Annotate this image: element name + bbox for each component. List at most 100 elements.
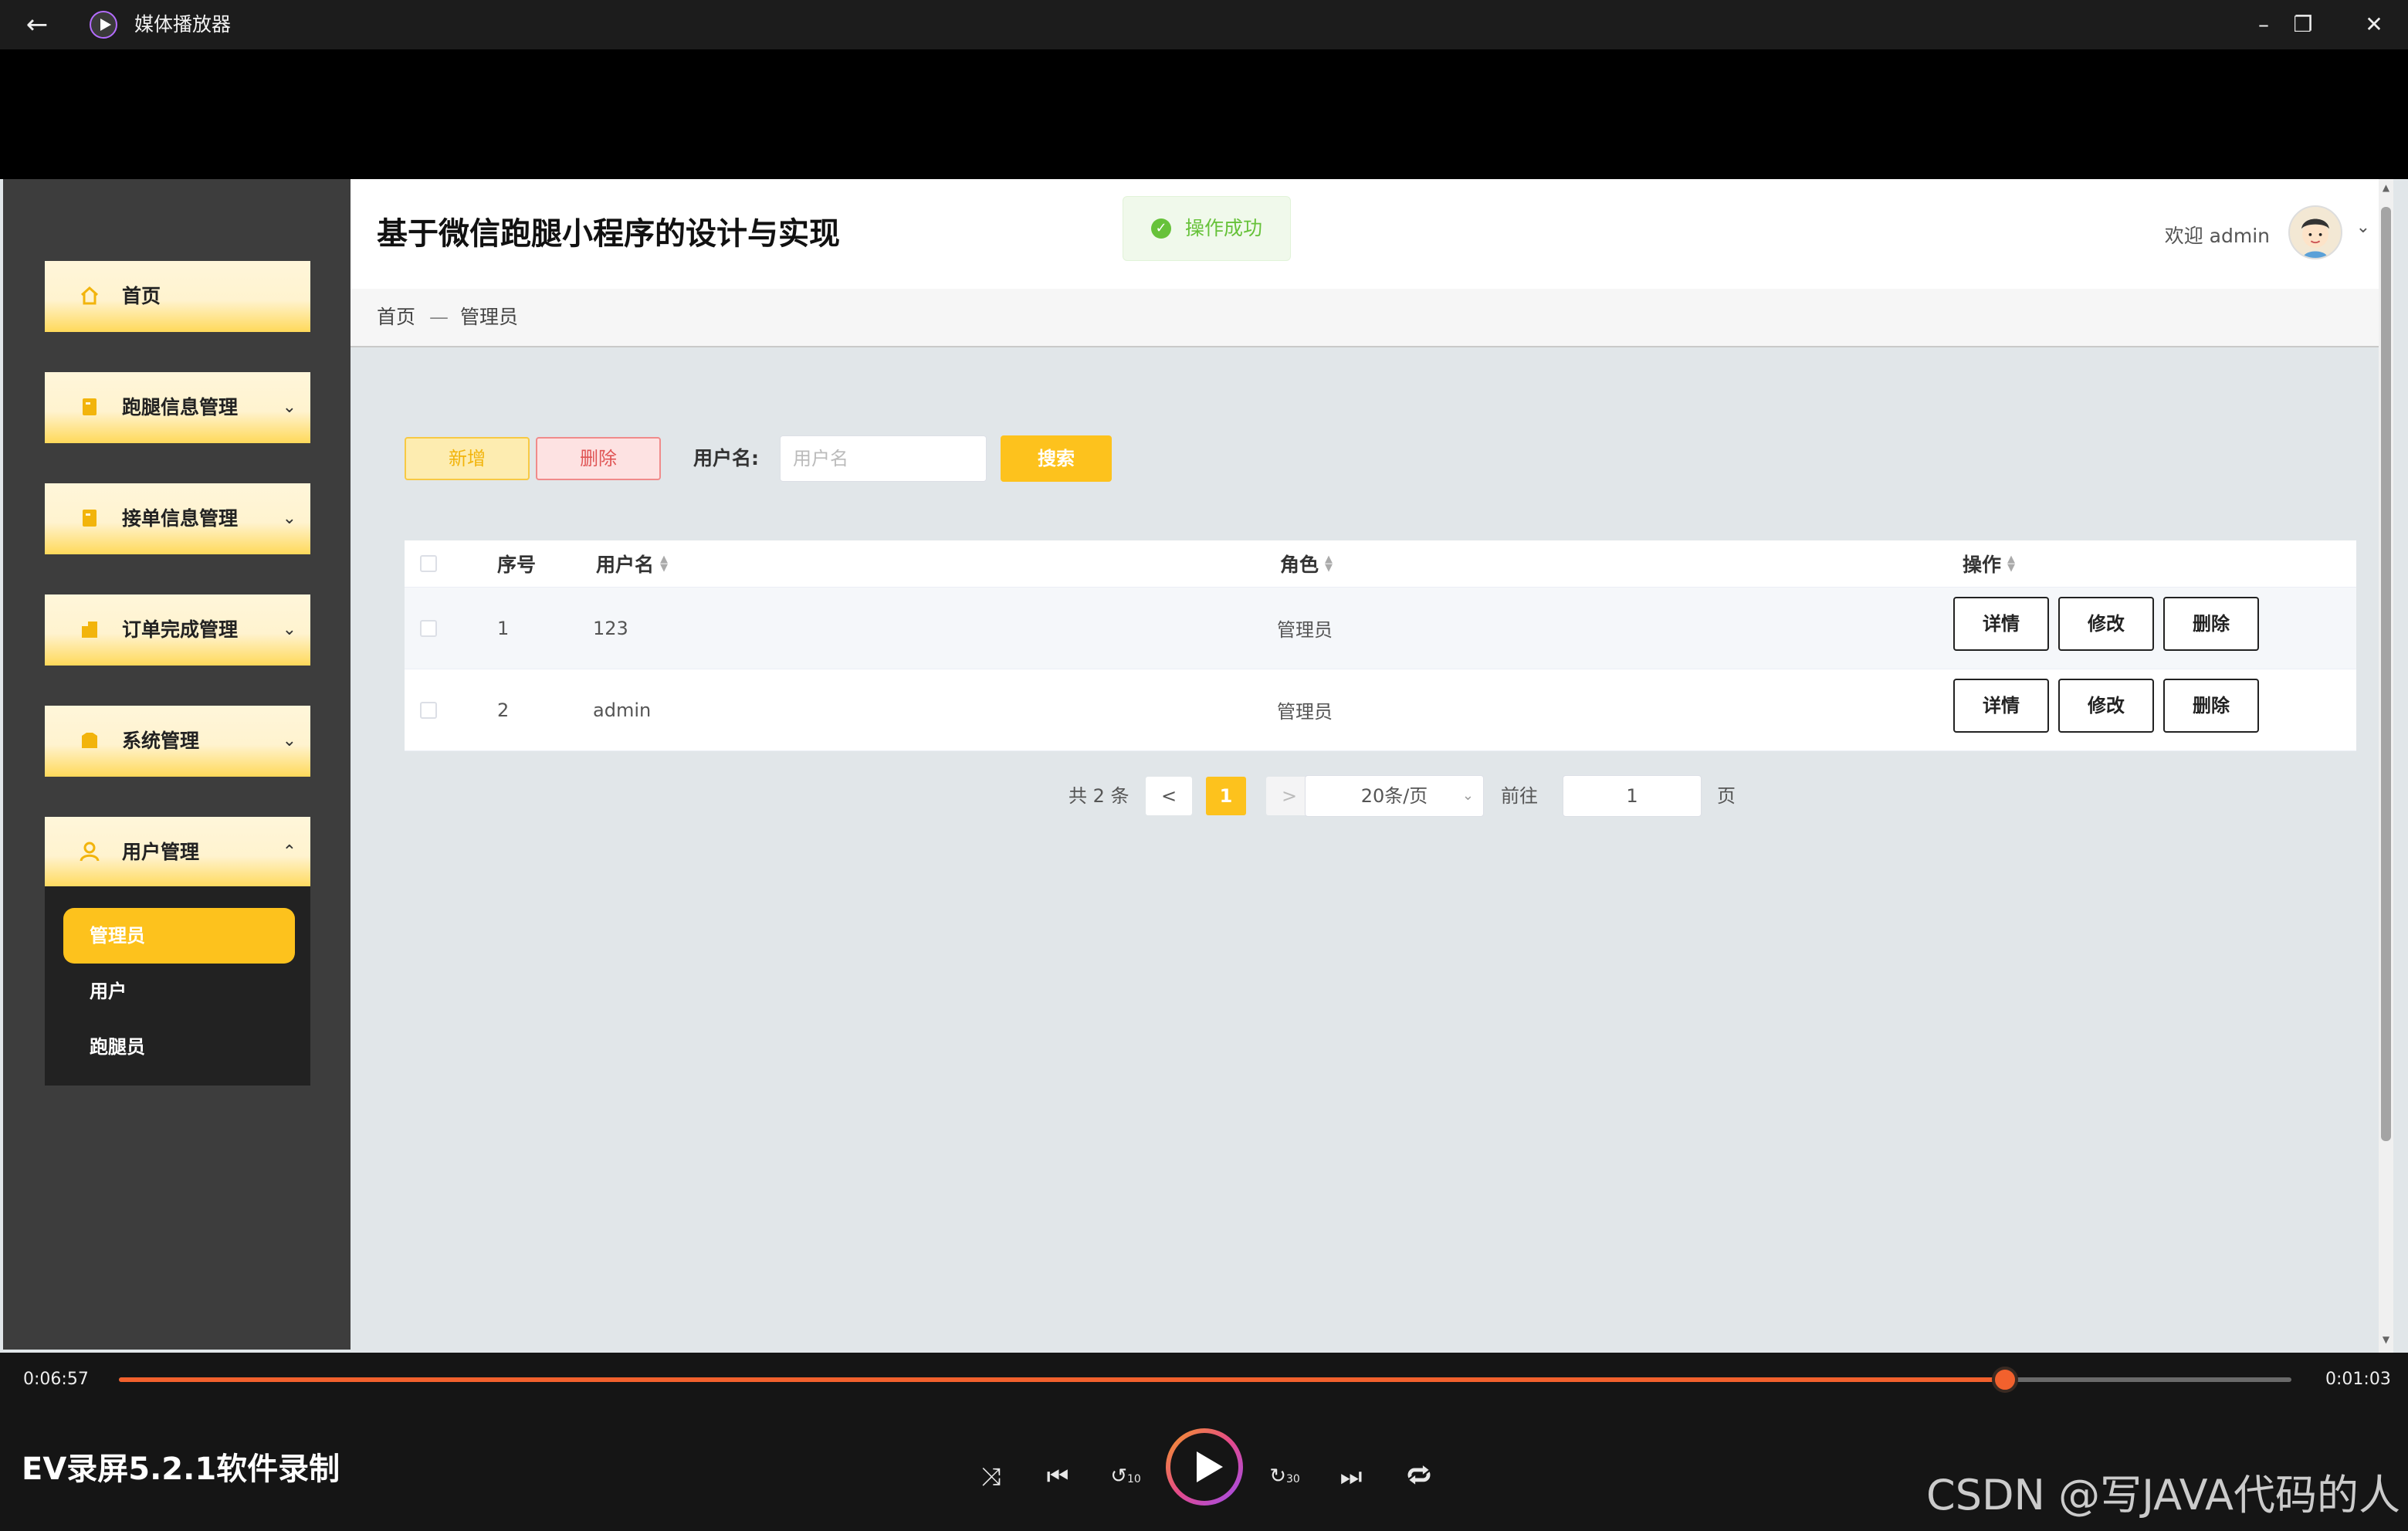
goto-page-input[interactable] [1563, 775, 1702, 817]
select-all-checkbox[interactable] [420, 540, 437, 587]
sidebar-item-home[interactable]: 首页 [45, 261, 310, 332]
forward-30-icon[interactable]: ↻30 [1263, 1455, 1306, 1498]
page-number-current[interactable]: 1 [1206, 777, 1246, 815]
cell-index: 1 [497, 617, 510, 639]
detail-button[interactable]: 详情 [1953, 597, 2049, 651]
play-icon[interactable] [1166, 1428, 1243, 1506]
batch-delete-button[interactable]: 删除 [536, 437, 661, 480]
chevron-down-icon[interactable]: ⌄ [2356, 218, 2370, 237]
delete-button[interactable]: 删除 [2163, 597, 2259, 651]
column-header-role[interactable]: 角色 ▲ ▼ [1280, 540, 1333, 587]
column-header-username[interactable]: 用户名 ▲ ▼ [596, 540, 668, 587]
search-button[interactable]: 搜索 [1001, 435, 1112, 482]
user-management-submenu: 管理员 用户 跑腿员 [45, 886, 310, 1086]
sidebar-item-user-management[interactable]: 用户管理 ⌃ [45, 817, 310, 888]
cell-index: 2 [497, 699, 510, 721]
chevron-down-icon: ⌄ [1461, 788, 1474, 804]
sidebar-item-label: 接单信息管理 [122, 507, 239, 530]
submenu-item-user[interactable]: 用户 [63, 964, 295, 1019]
recording-title: EV录屏5.2.1软件录制 [22, 1451, 340, 1487]
scroll-down-icon[interactable]: ▼ [2379, 1334, 2393, 1345]
seek-bar[interactable] [119, 1367, 2291, 1393]
sort-icon[interactable]: ▲ ▼ [660, 554, 668, 573]
sort-icon[interactable]: ▲ ▼ [1325, 554, 1333, 573]
previous-icon[interactable]: ⏮ [1036, 1455, 1079, 1498]
column-header-actions: 操作 ▲ ▼ [1963, 540, 2015, 587]
elapsed-time: 0:06:57 [23, 1370, 89, 1389]
prev-page-button[interactable]: < [1146, 777, 1192, 815]
shuffle-icon[interactable]: ⤨ [970, 1455, 1013, 1498]
video-frame-admin-page: 首页 跑腿信息管理 ⌄ 接单信息管理 ⌄ 订单完成管理 ⌄ 系统管理 ⌄ 用户管… [0, 179, 2408, 1353]
sidebar-item-label: 订单完成管理 [122, 618, 239, 641]
edit-button[interactable]: 修改 [2058, 597, 2154, 651]
user-icon [80, 842, 100, 862]
table-header: 序号 用户名 ▲ ▼ 角色 ▲ ▼ 操作 ▲ ▼ [405, 540, 2356, 588]
seek-bar-handle[interactable] [1991, 1367, 2018, 1393]
rewind-10-icon[interactable]: ↺10 [1104, 1455, 1147, 1498]
sidebar: 首页 跑腿信息管理 ⌄ 接单信息管理 ⌄ 订单完成管理 ⌄ 系统管理 ⌄ 用户管… [3, 179, 351, 1350]
chevron-up-icon: ⌃ [282, 842, 296, 862]
check-circle-icon: ✓ [1151, 218, 1171, 239]
next-icon[interactable]: ⏭ [1329, 1455, 1373, 1498]
video-letterbox-top [0, 49, 2408, 179]
home-icon [80, 286, 99, 305]
admin-table: 序号 用户名 ▲ ▼ 角色 ▲ ▼ 操作 ▲ ▼ 1 123 管理员 详情 修改 删除 2 … [405, 540, 2356, 751]
user-menu[interactable]: 欢迎 admin ⌄ [2165, 202, 2370, 264]
column-header-label: 用户名 [596, 554, 655, 576]
cell-role: 管理员 [1277, 701, 1333, 723]
vertical-scrollbar[interactable]: ▲ ▼ [2379, 179, 2393, 1353]
page-size-select[interactable]: 20条/页 ⌄ [1305, 775, 1484, 817]
toast-message: 操作成功 [1185, 217, 1263, 239]
sidebar-item-label: 首页 [122, 285, 161, 307]
row-checkbox[interactable] [420, 588, 437, 669]
submenu-item-admin[interactable]: 管理员 [63, 908, 295, 964]
breadcrumb-separator: — [429, 306, 449, 328]
remaining-time: 0:01:03 [2325, 1370, 2391, 1389]
sidebar-item-order-complete[interactable]: 订单完成管理 ⌄ [45, 594, 310, 666]
avatar[interactable] [2288, 205, 2342, 259]
building-icon [82, 622, 97, 638]
back-arrow-icon[interactable]: ← [20, 8, 54, 42]
csdn-watermark: CSDN @写JAVA代码的人 [1925, 1471, 2400, 1519]
cell-role: 管理员 [1277, 619, 1333, 641]
detail-button[interactable]: 详情 [1953, 679, 2049, 733]
sidebar-item-label: 跑腿信息管理 [122, 396, 239, 418]
close-icon[interactable]: ✕ [2347, 5, 2401, 45]
username-filter-label: 用户名: [693, 447, 759, 469]
scroll-up-icon[interactable]: ▲ [2379, 182, 2393, 193]
rewind-10-label: 10 [1126, 1473, 1141, 1485]
restore-icon[interactable]: ❐ [2276, 5, 2330, 45]
scrollbar-thumb[interactable] [2381, 207, 2391, 1141]
username-search-input[interactable] [780, 435, 987, 482]
repeat-icon[interactable]: 🔁︎ [1397, 1455, 1441, 1498]
add-button[interactable]: 新增 [405, 437, 530, 480]
media-player-app-icon [90, 11, 117, 39]
page-header: 基于微信跑腿小程序的设计与实现 ✓ 操作成功 欢迎 admin ⌄ [351, 179, 2393, 289]
cell-username: admin [593, 699, 652, 721]
delete-button[interactable]: 删除 [2163, 679, 2259, 733]
breadcrumb: 首页 — 管理员 [351, 289, 2393, 347]
column-header-label: 操作 [1963, 554, 2002, 576]
edit-button[interactable]: 修改 [2058, 679, 2154, 733]
welcome-text: 欢迎 admin [2164, 225, 2270, 247]
media-controls: 0:06:57 0:01:03 EV录屏5.2.1软件录制 ⤨ ⏮ ↺10 ↻3… [0, 1353, 2408, 1531]
avatar-face-icon [2301, 218, 2329, 258]
table-row: 2 admin 管理员 详情 修改 删除 [405, 669, 2356, 751]
row-checkbox[interactable] [420, 669, 437, 750]
sidebar-item-system[interactable]: 系统管理 ⌄ [45, 706, 310, 777]
sort-icon[interactable]: ▲ ▼ [2007, 554, 2015, 573]
sidebar-item-label: 用户管理 [122, 841, 200, 863]
chevron-down-icon: ⌄ [282, 731, 296, 750]
pagination: 共 2 条 < 1 > 20条/页 ⌄ 前往 页 [1069, 775, 2149, 817]
submenu-item-runner[interactable]: 跑腿员 [63, 1019, 295, 1075]
window-title: 媒体播放器 [134, 13, 232, 36]
document-icon [83, 510, 97, 527]
settings-box-icon [82, 733, 97, 748]
sidebar-item-errand-info[interactable]: 跑腿信息管理 ⌄ [45, 372, 310, 443]
main-content: 基于微信跑腿小程序的设计与实现 ✓ 操作成功 欢迎 admin ⌄ 首页 — 管… [351, 179, 2393, 1353]
pagination-total: 共 2 条 [1069, 785, 1129, 807]
sidebar-item-accept-info[interactable]: 接单信息管理 ⌄ [45, 483, 310, 554]
breadcrumb-home[interactable]: 首页 [377, 289, 415, 346]
chevron-down-icon: ⌄ [282, 620, 296, 639]
document-icon [83, 398, 97, 415]
